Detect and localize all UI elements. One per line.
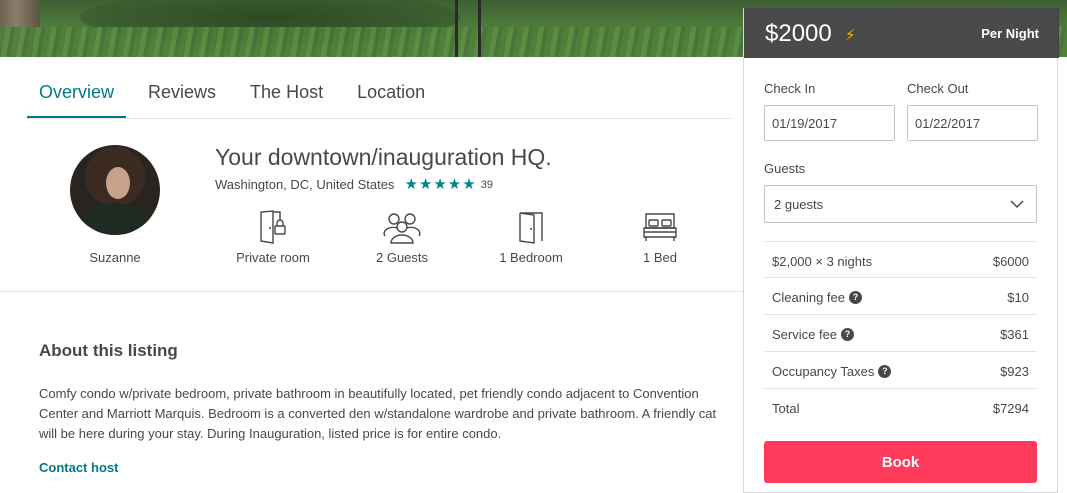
avatar-face xyxy=(106,167,130,199)
help-icon[interactable]: ? xyxy=(841,328,855,341)
price-row-label: Total xyxy=(772,401,799,416)
star-icon: ★ xyxy=(433,176,447,193)
hero-chair-leg xyxy=(478,0,481,57)
price-row-label-text: Service fee xyxy=(772,327,838,342)
price-bar: $2000 ⚡ Per Night xyxy=(744,8,1059,58)
amenity-room-type: Private room xyxy=(213,210,333,265)
check-in-label: Check In xyxy=(764,81,816,96)
about-body: Comfy condo w/private bedroom, private b… xyxy=(39,386,717,441)
price-row-value: $7294 xyxy=(992,401,1029,416)
price-row-label-text: $2,000 × 3 nights xyxy=(772,254,873,269)
price-row-value: $6000 xyxy=(992,254,1029,269)
tabs-divider xyxy=(27,118,732,119)
hero-chair-leg xyxy=(455,0,458,57)
chevron-down-icon xyxy=(1010,200,1024,209)
amenity-guests: 2 Guests xyxy=(342,210,462,265)
help-icon[interactable]: ? xyxy=(849,291,862,304)
guests-label: Guests xyxy=(764,161,806,176)
price-row-label: Cleaning fee? xyxy=(772,290,862,305)
check-out-label: Check Out xyxy=(907,81,969,96)
instant-book-bolt-icon: ⚡ xyxy=(845,27,856,44)
check-in-input[interactable]: 01/19/2017 xyxy=(764,105,895,141)
door-icon xyxy=(519,212,543,244)
bed-icon xyxy=(643,213,677,241)
price-row-value: $361 xyxy=(1000,327,1029,342)
star-icon: ★ xyxy=(447,176,462,193)
door-lock-icon xyxy=(260,210,286,244)
review-count[interactable]: 39 xyxy=(481,179,493,191)
listing-location-line: Washington, DC, United States ★ ★ ★ ★ ★ … xyxy=(215,177,493,192)
amenity-label: 1 Bed xyxy=(643,250,677,265)
guests-icon xyxy=(383,213,421,244)
avatar-shirt xyxy=(80,203,150,235)
tab-overview[interactable]: Overview xyxy=(27,78,127,118)
tab-reviews[interactable]: Reviews xyxy=(136,78,228,118)
star-icon: ★ xyxy=(404,176,418,193)
listing-location[interactable]: Washington, DC, United States xyxy=(215,177,394,192)
help-icon[interactable]: ? xyxy=(878,365,892,378)
amenity-beds: 1 Bed xyxy=(600,210,720,265)
tab-location[interactable]: Location xyxy=(345,78,437,118)
per-night-label: Per Night xyxy=(981,26,1039,41)
amenity-label: Private room xyxy=(236,250,310,265)
price-row-value: $10 xyxy=(1007,290,1029,305)
booking-panel: $2000 ⚡ Per Night Check In Check Out 01/… xyxy=(743,8,1059,493)
book-button[interactable]: Book xyxy=(764,441,1037,483)
price-row-label-text: Occupancy Taxes xyxy=(772,364,875,379)
star-icon: ★ xyxy=(418,176,433,193)
price-row-nights: $2,000 × 3 nights $6000 xyxy=(764,241,1037,278)
amenity-label: 2 Guests xyxy=(375,250,429,265)
amenity-bedrooms: 1 Bedroom xyxy=(471,210,591,265)
nightly-price: $2000 xyxy=(765,20,832,47)
about-title: About this listing xyxy=(39,341,178,360)
price-row-label-text: Total xyxy=(772,401,800,416)
section-divider xyxy=(0,291,743,292)
host-avatar[interactable] xyxy=(70,145,160,235)
price-row-occupancy-taxes: Occupancy Taxes? $923 xyxy=(764,352,1037,389)
price-row-value: $923 xyxy=(1000,364,1029,379)
price-row-service-fee: Service fee? $361 xyxy=(764,315,1037,352)
star-icon: ★ xyxy=(462,176,476,193)
price-breakdown: $2,000 × 3 nights $6000 Cleaning fee? $1… xyxy=(764,241,1037,426)
host-name[interactable]: Suzanne xyxy=(60,250,170,265)
rating-stars[interactable]: ★ ★ ★ ★ ★ xyxy=(404,177,476,192)
price-row-cleaning-fee: Cleaning fee? $10 xyxy=(764,278,1037,315)
price-row-total: Total $7294 xyxy=(764,389,1037,426)
amenity-label: 1 Bedroom xyxy=(499,250,563,265)
price-row-label: Service fee? xyxy=(772,327,855,342)
price-row-label-text: Cleaning fee xyxy=(772,290,845,305)
listing-tabs: Overview Reviews The Host Location xyxy=(27,78,447,118)
contact-host-link[interactable]: Contact host xyxy=(39,460,118,475)
check-out-input[interactable]: 01/22/2017 xyxy=(907,105,1038,141)
listing-title: Your downtown/inauguration HQ. xyxy=(215,144,552,170)
guests-select[interactable]: 2 guests xyxy=(764,185,1037,223)
guests-select-value: 2 guests xyxy=(774,197,824,212)
tab-the-host[interactable]: The Host xyxy=(238,78,335,118)
price-row-label: Occupancy Taxes? xyxy=(772,364,892,379)
price-row-label: $2,000 × 3 nights xyxy=(772,254,872,269)
